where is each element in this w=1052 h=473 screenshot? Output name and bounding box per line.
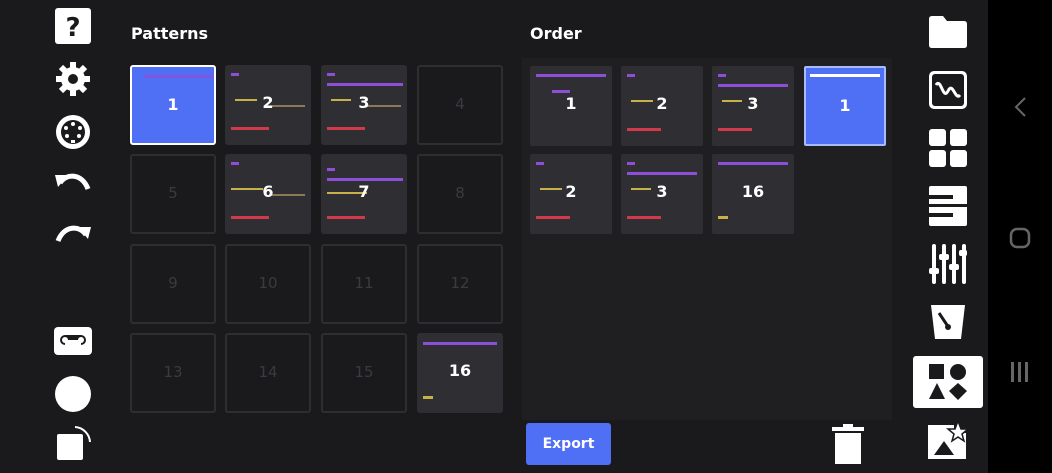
shapes-icon [929,364,967,400]
pattern-cell-4[interactable]: 4 [417,65,503,145]
order-title: Order [530,24,582,43]
pattern-cell-7[interactable]: 7 [321,154,407,234]
pattern-cell-12[interactable]: 12 [417,244,503,324]
undo-icon [55,173,91,191]
tape-icon [54,327,92,355]
stop-icon [57,426,91,460]
undo-button[interactable] [53,164,93,204]
app-window: ? Patterns 1 2 3 4 5 6 7 8 9 10 11 12 13… [0,0,988,473]
order-item[interactable]: 3 [712,66,794,146]
tempo-button[interactable] [913,296,983,348]
svg-text:?: ? [65,13,80,43]
stop-button[interactable] [53,424,93,464]
pattern-cell-9[interactable]: 9 [130,244,216,324]
pattern-cell-6[interactable]: 6 [225,154,311,234]
folder-icon [929,16,967,48]
record-button[interactable] [53,374,93,414]
gear-icon [56,62,90,96]
grid-icon [929,129,967,167]
settings-button[interactable] [53,59,93,99]
order-item[interactable]: 3 [621,154,703,234]
waveform-icon [929,71,967,109]
midi-connector-icon [56,115,90,149]
order-item[interactable]: 16 [712,154,794,234]
export-button[interactable]: Export [526,423,611,465]
recent-apps-icon[interactable] [1010,361,1030,383]
effects-button[interactable] [913,414,983,466]
redo-button[interactable] [53,216,93,256]
pattern-cell-13[interactable]: 13 [130,333,216,413]
pattern-cell-8[interactable]: 8 [417,154,503,234]
trash-icon [832,424,864,464]
pattern-cell-5[interactable]: 5 [130,154,216,234]
record-icon [55,376,91,412]
sound-button[interactable] [913,64,983,116]
piano-icon [929,186,967,226]
patterns-title: Patterns [131,24,209,43]
pattern-cell-11[interactable]: 11 [321,244,407,324]
order-item[interactable]: 1 [530,66,612,146]
system-navigation-bar [988,0,1052,473]
pattern-cell-14[interactable]: 14 [225,333,311,413]
pattern-cell-3[interactable]: 3 [321,65,407,145]
files-button[interactable] [913,6,983,58]
order-item-selected[interactable]: 1 [804,66,886,146]
piano-roll-button[interactable] [913,180,983,232]
left-toolbar: ? [40,0,106,473]
star-image-icon [928,421,968,459]
pattern-cell-2[interactable]: 2 [225,65,311,145]
midi-button[interactable] [53,112,93,152]
help-icon: ? [55,8,91,44]
mixer-button[interactable] [913,238,983,290]
pattern-cell-15[interactable]: 15 [321,333,407,413]
pattern-cell-16[interactable]: 16 [417,333,503,413]
redo-icon [55,225,91,243]
order-item[interactable]: 2 [530,154,612,234]
help-button[interactable]: ? [53,6,93,46]
home-icon[interactable] [1009,227,1031,249]
order-panel: 1 2 3 1 2 3 16 [522,58,892,420]
delete-button[interactable] [828,423,868,465]
sliders-icon [929,244,967,284]
order-item[interactable]: 2 [621,66,703,146]
record-mode-button[interactable] [53,321,93,361]
right-toolbar [905,0,988,473]
pads-button[interactable] [913,122,983,174]
metronome-icon [931,305,965,339]
pattern-cell-1[interactable]: 1 [130,65,216,145]
patterns-view-button[interactable] [913,356,983,408]
back-icon[interactable] [1013,96,1027,118]
pattern-cell-10[interactable]: 10 [225,244,311,324]
